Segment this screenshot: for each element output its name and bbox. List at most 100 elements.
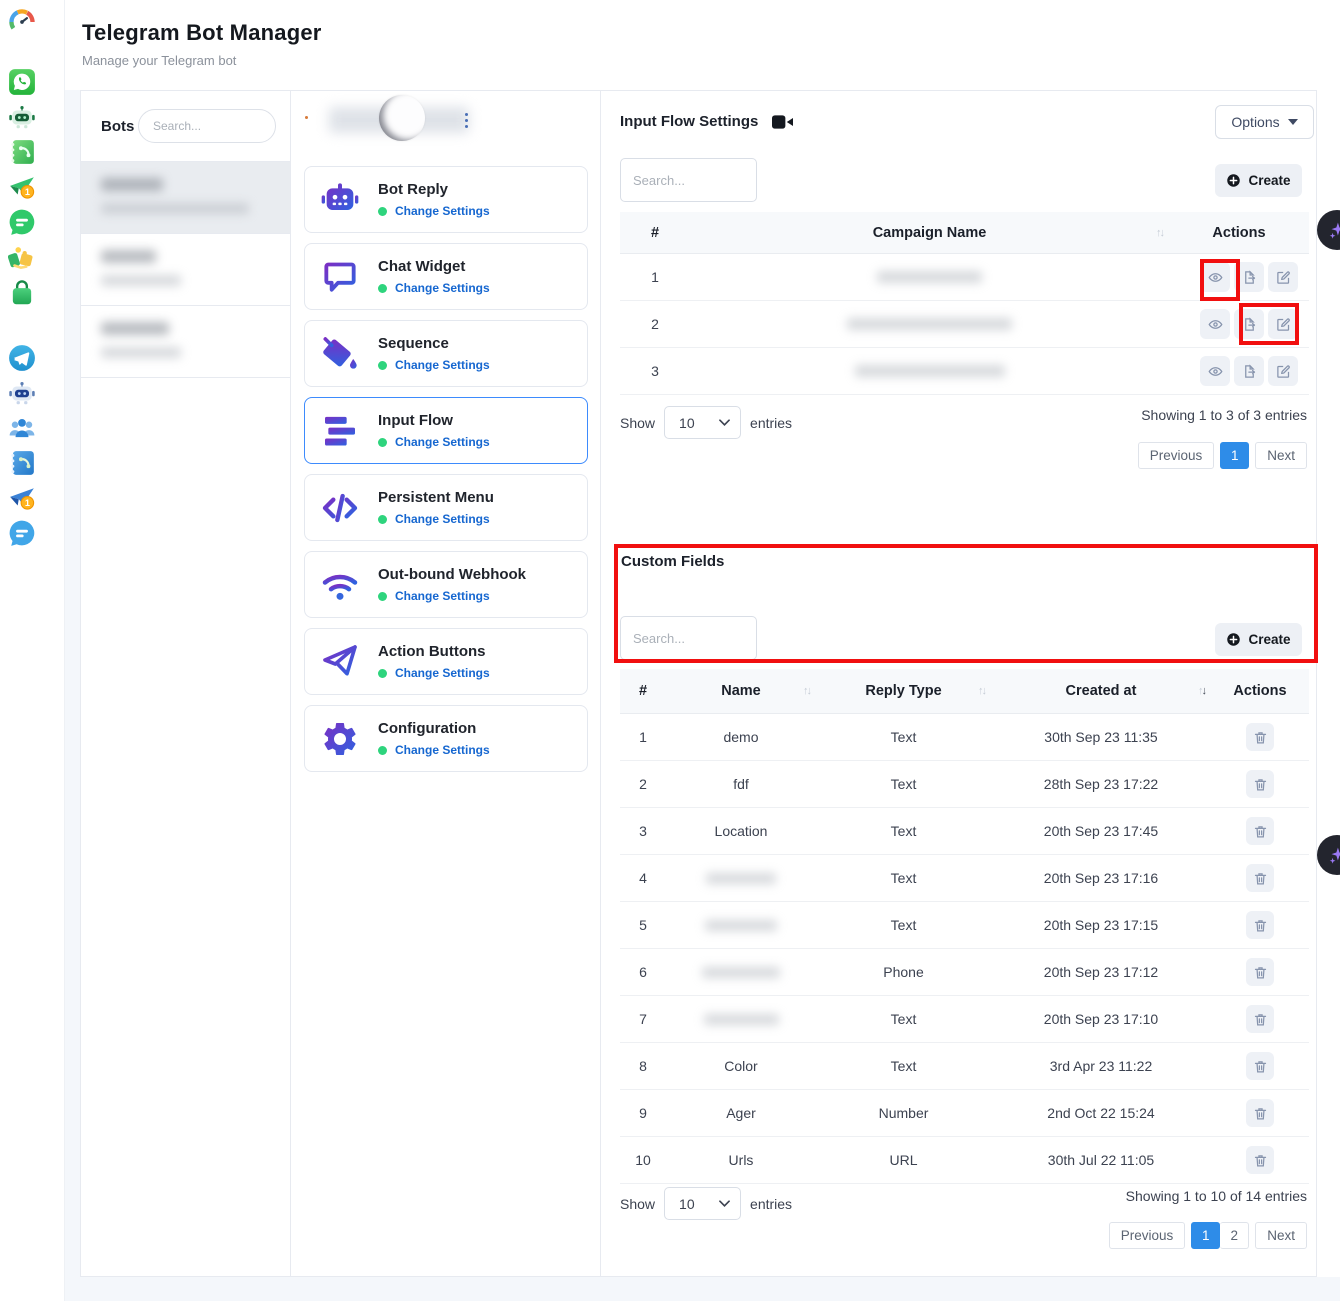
settings-card-bot-reply[interactable]: Bot Reply Change Settings [304,166,588,233]
paper-plane-coin-blue-icon[interactable]: 1 [8,484,36,512]
column-header-index[interactable]: # [620,225,690,241]
sort-icon-desc: ↑↓ [1198,685,1205,697]
change-settings-link[interactable]: Change Settings [395,358,490,372]
bot-list-item[interactable] [81,162,290,234]
change-settings-link[interactable]: Change Settings [395,666,490,680]
delete-button[interactable] [1246,723,1274,751]
column-header-campaign-name[interactable]: Campaign Name ↑↓ [690,225,1169,241]
ai-sparkle-button[interactable] [1317,210,1340,250]
settings-card-webhook[interactable]: Out-bound Webhook Change Settings [304,551,588,618]
shopping-bag-green-icon[interactable] [8,279,36,307]
bot-list-item[interactable] [81,234,290,306]
settings-card-configuration[interactable]: Configuration Change Settings [304,705,588,772]
card-title: Sequence [378,335,490,352]
settings-card-sequence[interactable]: Sequence Change Settings [304,320,588,387]
column-header-index[interactable]: # [620,683,666,699]
campaign-name-blurred [690,365,1169,377]
change-settings-link[interactable]: Change Settings [395,204,490,218]
pagination-1-button[interactable]: 1 [1191,1222,1220,1249]
contacts-phone-green-icon[interactable] [8,138,36,166]
delete-button[interactable] [1246,770,1274,798]
view-button[interactable] [1200,262,1230,292]
speed-gauge-icon[interactable] [8,8,36,36]
campaign-search-input[interactable] [620,158,757,202]
svg-text:1: 1 [25,498,30,508]
table-row: 6 Phone 20th Sep 23 17:12 [620,949,1309,996]
row-actions [1169,356,1309,386]
settings-card-persistent-menu[interactable]: Persistent Menu Change Settings [304,474,588,541]
table-row: 10 Urls URL 30th Jul 22 11:05 [620,1137,1309,1184]
status-green-dot [378,592,387,601]
ai-sparkle-button[interactable] [1317,835,1340,875]
entries-select[interactable]: 10 [664,1187,741,1220]
reply-type: URL [816,1152,991,1168]
change-settings-link[interactable]: Change Settings [395,281,490,295]
show-label: Show [620,415,655,431]
field-name [666,1014,816,1025]
card-title: Action Buttons [378,643,490,660]
delete-button[interactable] [1246,1052,1274,1080]
team-blue-icon[interactable] [8,414,36,442]
pagination-next-button[interactable]: Next [1255,442,1307,469]
create-custom-field-button[interactable]: Create [1215,623,1302,656]
created-at: 20th Sep 23 17:12 [991,964,1211,980]
delete-button[interactable] [1246,1005,1274,1033]
kebab-menu-icon[interactable] [465,113,469,131]
row-actions [1211,817,1309,845]
column-header-name[interactable]: Name↑↓ [666,683,816,699]
robot-green-icon[interactable] [8,103,36,131]
created-at: 20th Sep 23 17:10 [991,1011,1211,1027]
delete-button[interactable] [1246,911,1274,939]
settings-card-input-flow[interactable]: Input Flow Change Settings [304,397,588,464]
bots-search-input[interactable] [138,109,276,143]
view-button[interactable] [1200,309,1230,339]
create-campaign-button[interactable]: Create [1215,164,1302,197]
pagination-next-button[interactable]: Next [1255,1222,1307,1249]
export-button[interactable] [1234,356,1264,386]
handshake-puzzle-green-icon[interactable] [8,244,36,272]
export-button[interactable] [1234,309,1264,339]
pagination-previous-button[interactable]: Previous [1138,442,1215,469]
delete-button[interactable] [1246,1099,1274,1127]
column-header-reply-type[interactable]: Reply Type↑↓ [816,683,991,699]
entries-select[interactable]: 10 [664,406,741,439]
reply-type: Text [816,917,991,933]
chat-bubble-green-icon[interactable] [8,208,36,236]
delete-button[interactable] [1246,864,1274,892]
reply-type: Text [816,776,991,792]
column-header-created-at[interactable]: Created at↑↓ [991,683,1211,699]
export-button[interactable] [1234,262,1264,292]
edit-button[interactable] [1268,262,1298,292]
change-settings-link[interactable]: Change Settings [395,743,490,757]
options-button[interactable]: Options [1215,105,1314,139]
whatsapp-icon[interactable] [8,68,36,96]
row-index: 9 [620,1105,666,1121]
change-settings-link[interactable]: Change Settings [395,512,490,526]
pagination-1-button[interactable]: 1 [1220,442,1249,469]
bot-list-item[interactable] [81,306,290,378]
view-button[interactable] [1200,356,1230,386]
chat-bubble-blue-icon[interactable] [8,519,36,547]
delete-button[interactable] [1246,817,1274,845]
custom-fields-search-input[interactable] [620,616,757,660]
delete-button[interactable] [1246,1146,1274,1174]
settings-card-chat-widget[interactable]: Chat Widget Change Settings [304,243,588,310]
settings-card-action-buttons[interactable]: Action Buttons Change Settings [304,628,588,695]
change-settings-link[interactable]: Change Settings [395,589,490,603]
change-settings-link[interactable]: Change Settings [395,435,490,449]
video-camera-icon[interactable] [772,115,793,129]
edit-button[interactable] [1268,356,1298,386]
pagination-2-button[interactable]: 2 [1220,1222,1249,1249]
chat-widget-icon [320,257,360,297]
sparkle-icon [1326,844,1340,866]
telegram-icon[interactable] [8,344,36,372]
robot-blue-icon[interactable] [8,379,36,407]
paper-plane-coin-green-icon[interactable]: 1 [8,173,36,201]
contacts-phone-blue-icon[interactable] [8,449,36,477]
edit-button[interactable] [1268,309,1298,339]
pagination-previous-button[interactable]: Previous [1109,1222,1186,1249]
table-row: 2 fdf Text 28th Sep 23 17:22 [620,761,1309,808]
table-row: 3 Location Text 20th Sep 23 17:45 [620,808,1309,855]
delete-button[interactable] [1246,958,1274,986]
options-label: Options [1231,114,1279,130]
